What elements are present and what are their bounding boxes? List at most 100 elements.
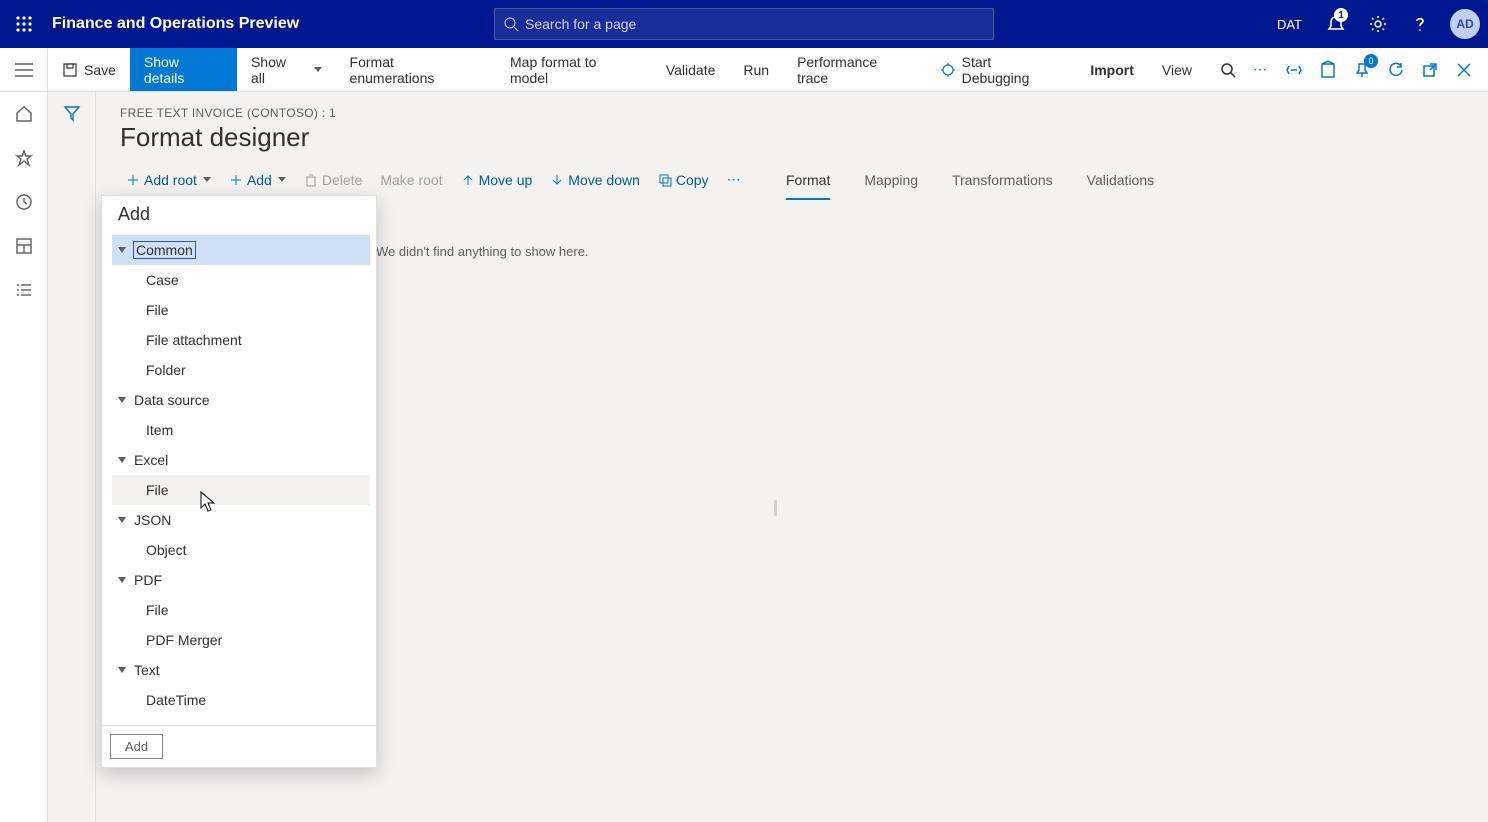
add-item-label: DateTime [146,692,206,708]
page-title: Format designer [120,122,1488,153]
refresh-button[interactable] [1386,60,1406,80]
notifications-badge: 1 [1334,8,1348,22]
add-item-label: Object [146,542,186,558]
make-root-button: Make root [380,172,442,188]
add-item-datetime[interactable]: DateTime [112,685,370,715]
breadcrumb: FREE TEXT INVOICE (CONTOSO) : 1 [120,106,1488,120]
help-button[interactable] [1402,0,1438,48]
add-item-label: Case [146,272,179,288]
top-right-group: DAT 1 AD [1277,0,1480,48]
add-item-pdf-merger[interactable]: PDF Merger [112,625,370,655]
favorites-icon[interactable] [12,146,36,170]
add-item-folder[interactable]: Folder [112,355,370,385]
add-item-numeric[interactable]: Numeric [112,715,370,725]
move-up-button[interactable]: Move up [461,172,533,188]
command-right-tools: ⋯ 0 [1250,60,1488,80]
nav-rail [0,92,48,822]
app-launcher-button[interactable] [8,8,40,40]
add-group-text[interactable]: Text [112,655,370,685]
more-toolbar-button[interactable]: ⋯ [727,171,743,188]
validate-button[interactable]: Validate [652,48,730,91]
search-input[interactable] [525,16,985,32]
home-icon[interactable] [12,102,36,126]
delete-button: Delete [304,172,362,188]
add-group-json[interactable]: JSON [112,505,370,535]
show-details-button[interactable]: Show details [130,48,237,91]
run-button[interactable]: Run [729,48,783,91]
filter-rail [48,92,96,822]
add-item-case[interactable]: Case [112,265,370,295]
add-group-label: Common [134,242,195,258]
add-item-label: Numeric [146,722,198,725]
move-down-button[interactable]: Move down [550,172,640,188]
more-button[interactable]: ⋯ [1250,60,1270,80]
recent-icon[interactable] [12,190,36,214]
add-item-label: File [146,302,169,318]
caret-icon [118,517,126,523]
workspaces-icon[interactable] [12,234,36,258]
add-item-label: PDF Merger [146,632,222,648]
view-button[interactable]: View [1148,48,1206,91]
add-panel-tree[interactable]: Common Case File File attachment Folder Data … [112,235,370,725]
add-item-object[interactable]: Object [112,535,370,565]
add-group-data-source[interactable]: Data source [112,385,370,415]
popout-button[interactable] [1420,60,1440,80]
hamburger-button[interactable] [0,48,48,92]
add-group-label: Data source [134,392,209,408]
copy-button[interactable]: Copy [658,172,709,188]
import-button[interactable]: Import [1076,48,1148,91]
tab-validations[interactable]: Validations [1087,172,1154,200]
save-button[interactable]: Save [48,48,130,91]
tab-format[interactable]: Format [786,172,830,200]
caret-icon [118,247,126,253]
pin-icon[interactable]: 0 [1352,60,1372,80]
add-item-file[interactable]: File [112,475,370,505]
command-bar: Save Show details Show all Format enumer… [48,48,1488,92]
add-item-file[interactable]: File [112,295,370,325]
add-group-label: JSON [134,512,171,528]
add-item-file[interactable]: File [112,595,370,625]
save-label: Save [84,62,116,78]
empty-state-message: We didn't find anything to show here. [376,244,589,259]
add-group-label: Excel [134,452,168,468]
add-item-item[interactable]: Item [112,415,370,445]
add-panel-title: Add [102,196,376,235]
global-search[interactable] [494,8,994,40]
package-icon[interactable] [1318,60,1338,80]
add-root-button[interactable]: Add root [126,172,211,188]
caret-icon [118,397,126,403]
add-group-pdf[interactable]: PDF [112,565,370,595]
caret-icon [118,457,126,463]
search-icon [503,16,519,32]
command-search-button[interactable] [1206,48,1250,91]
notifications-button[interactable]: 1 [1318,0,1354,48]
caret-icon [118,667,126,673]
settings-button[interactable] [1360,0,1396,48]
show-all-button[interactable]: Show all [237,48,336,91]
map-format-button[interactable]: Map format to model [496,48,652,91]
splitter-handle[interactable] [774,500,777,516]
link-icon[interactable] [1284,60,1304,80]
close-button[interactable] [1454,60,1474,80]
add-button[interactable]: Add [229,172,286,188]
add-panel: Add Common Case File File attachment Folder D… [101,195,377,768]
performance-trace-button[interactable]: Performance trace [783,48,926,91]
add-item-label: File attachment [146,332,242,348]
user-avatar[interactable]: AD [1450,9,1480,39]
filter-icon[interactable] [63,104,81,822]
add-item-label: Item [146,422,173,438]
add-group-excel[interactable]: Excel [112,445,370,475]
pin-badge: 0 [1364,54,1378,68]
company-code[interactable]: DAT [1277,17,1302,32]
add-group-label: Text [134,662,160,678]
modules-icon[interactable] [12,278,36,302]
tab-transformations[interactable]: Transformations [952,172,1053,200]
add-confirm-button[interactable]: Add [110,734,163,759]
caret-icon [118,577,126,583]
add-item-file-attachment[interactable]: File attachment [112,325,370,355]
format-enumerations-button[interactable]: Format enumerations [336,48,496,91]
add-group-common[interactable]: Common [112,235,370,265]
tab-mapping[interactable]: Mapping [864,172,918,200]
add-item-label: File [146,482,169,498]
start-debugging-button[interactable]: Start Debugging [926,48,1077,91]
